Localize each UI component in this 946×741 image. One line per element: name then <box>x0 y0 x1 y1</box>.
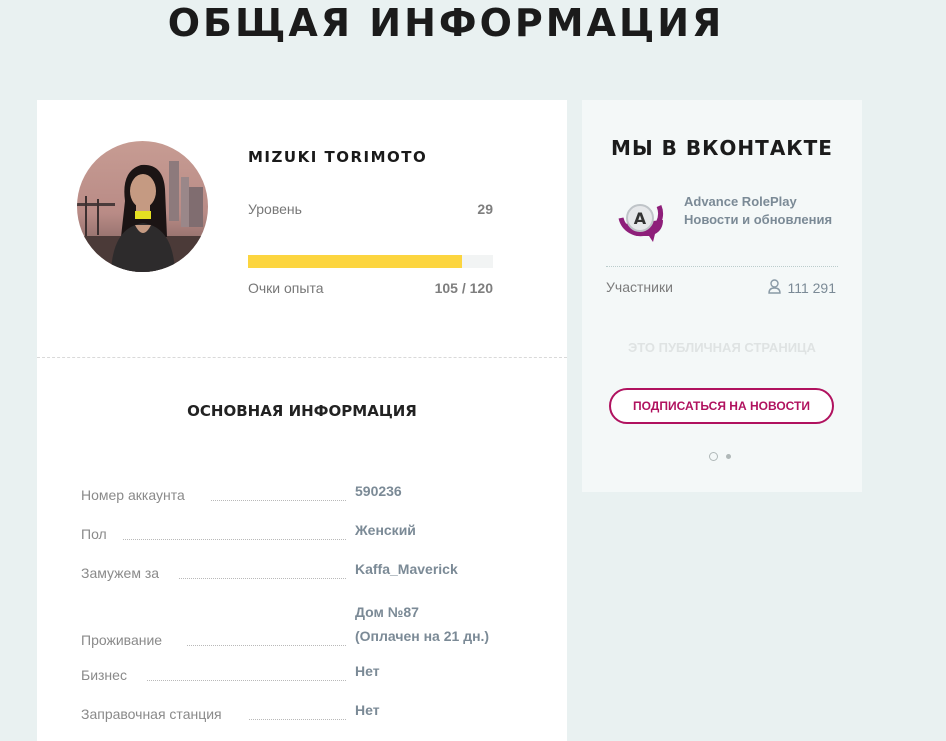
info-row-gender: Пол Женский <box>81 522 541 542</box>
user-icon <box>768 279 782 297</box>
info-value: Kaffa_Maverick <box>355 561 458 577</box>
vk-group-subtitle: Новости и обновления <box>684 212 833 227</box>
info-value: 590236 <box>355 483 402 499</box>
info-row-gas-station: Заправочная станция Нет <box>81 702 541 722</box>
player-name: MIZUKI TORIMOTO <box>248 148 428 166</box>
dotted-leader <box>123 539 346 540</box>
carousel-dot-active[interactable] <box>709 452 718 461</box>
info-label: Пол <box>81 526 107 542</box>
carousel-dots <box>709 452 731 461</box>
card-divider <box>37 357 567 358</box>
level-value: 29 <box>477 201 493 217</box>
info-row-residence: Проживание Дом №87 (Оплачен на 21 дн.) <box>81 600 541 648</box>
xp-row: Очки опыта 105 / 120 <box>248 280 493 296</box>
vk-title: МЫ В ВКОНТАКТЕ <box>611 136 833 160</box>
info-label: Заправочная станция <box>81 706 222 722</box>
xp-value: 105 / 120 <box>434 280 493 296</box>
info-label: Бизнес <box>81 667 127 683</box>
section-title: ОСНОВНАЯ ИНФОРМАЦИЯ <box>187 402 417 420</box>
dotted-leader <box>187 645 346 646</box>
vk-divider <box>606 266 838 267</box>
vk-members: 111 291 <box>768 279 836 297</box>
level-row: Уровень 29 <box>248 201 493 217</box>
vk-widget: МЫ В ВКОНТАКТЕ A Advance RolePlay Новост… <box>582 100 862 492</box>
info-row-business: Бизнес Нет <box>81 663 541 683</box>
page-title: ОБЩАЯ ИНФОРМАЦИЯ <box>167 1 725 45</box>
info-label: Проживание <box>81 632 163 648</box>
vk-members-label: Участники <box>606 279 673 295</box>
logo-letter: A <box>634 209 647 228</box>
carousel-dot[interactable] <box>726 454 731 459</box>
dotted-leader <box>249 719 346 720</box>
info-row-account: Номер аккаунта 590236 <box>81 483 541 503</box>
dotted-leader <box>147 680 346 681</box>
xp-progress-bar <box>248 255 493 268</box>
level-label: Уровень <box>248 201 302 217</box>
info-row-married: Замужем за Kaffa_Maverick <box>81 561 541 581</box>
vk-group-name[interactable]: Advance RolePlay <box>684 194 797 209</box>
dotted-leader <box>211 500 346 501</box>
dotted-leader <box>179 578 346 579</box>
subscribe-button[interactable]: ПОДПИСАТЬСЯ НА НОВОСТИ <box>609 388 834 424</box>
xp-progress-fill <box>248 255 463 268</box>
vk-members-count: 111 291 <box>787 280 836 296</box>
info-value: Дом №87 <box>355 604 419 620</box>
info-value-extra: (Оплачен на 21 дн.) <box>355 628 490 644</box>
advance-rp-logo-icon[interactable]: A <box>615 196 671 242</box>
info-value: Женский <box>355 522 416 538</box>
info-label: Замужем за <box>81 565 160 581</box>
vk-public-page-text: ЭТО ПУБЛИЧНАЯ СТРАНИЦА <box>628 340 816 355</box>
info-value: Нет <box>355 663 380 679</box>
profile-card: MIZUKI TORIMOTO Уровень 29 Очки опыта 10… <box>37 100 567 741</box>
avatar <box>77 141 208 272</box>
info-value: Нет <box>355 702 380 718</box>
info-label: Номер аккаунта <box>81 487 185 503</box>
xp-label: Очки опыта <box>248 280 324 296</box>
